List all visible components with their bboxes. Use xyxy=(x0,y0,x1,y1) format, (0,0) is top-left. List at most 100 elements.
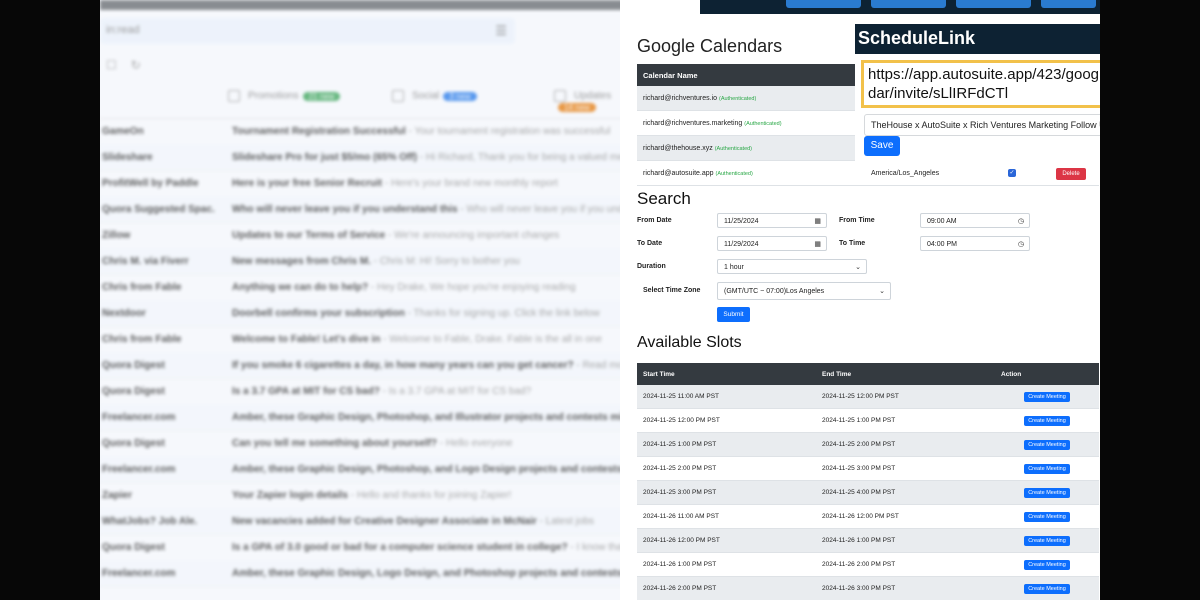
clock-icon[interactable]: ◷ xyxy=(1018,214,1024,229)
email-sender: Zillow xyxy=(102,230,131,241)
email-search-bar[interactable]: in:read ☰ xyxy=(100,18,515,44)
calendar-icon[interactable]: ▦ xyxy=(814,237,821,252)
slot-end-time: 2024-11-25 1:00 PM PST xyxy=(816,408,995,433)
slot-end-time: 2024-11-25 2:00 PM PST xyxy=(816,432,995,457)
email-row[interactable]: Freelancer.com Amber, these Graphic Desig… xyxy=(100,404,640,431)
email-subject-text: Anything we can do to help? xyxy=(232,282,369,293)
email-tab-badge: 14 new xyxy=(558,103,596,112)
email-snippet: - We're announcing important changes xyxy=(385,230,560,241)
email-row[interactable]: Freelancer.com Amber, these Graphic Desig… xyxy=(100,456,640,483)
email-subject: Updates to our Terms of Service - We're … xyxy=(232,230,559,241)
from-date-value: 11/25/2024 xyxy=(724,218,759,225)
slot-action-cell: Create Meeting xyxy=(995,576,1099,600)
from-time-value: 09:00 AM xyxy=(927,218,957,225)
filter-icon[interactable]: ☰ xyxy=(495,23,507,39)
email-row[interactable]: WhatJobs? Job Ale. New vacancies added fo… xyxy=(100,508,640,535)
email-row[interactable]: Freelancer.com Amber, these Graphic Desig… xyxy=(100,560,640,587)
to-date-label: To Date xyxy=(637,240,663,247)
email-row[interactable]: Quora Digest Can you tell me something ab… xyxy=(100,430,640,457)
to-date-input[interactable]: 11/29/2024 ▦ xyxy=(717,236,827,251)
email-row[interactable]: Quora Digest Is a 3.7 GPA at MIT for CS b… xyxy=(100,378,640,405)
calendar-icon[interactable]: ▦ xyxy=(814,214,821,229)
to-time-input[interactable]: 04:00 PM ◷ xyxy=(920,236,1030,251)
save-button[interactable]: Save xyxy=(864,136,900,156)
from-time-input[interactable]: 09:00 AM ◷ xyxy=(920,213,1030,228)
email-subject: Is a GPA of 3.0 good or bad for a comput… xyxy=(232,542,625,553)
slot-start-time: 2024-11-25 11:00 AM PST xyxy=(637,385,816,409)
create-meeting-button[interactable]: Create Meeting xyxy=(1024,511,1070,522)
email-snippet: - Is a 3.7 GPA at MIT for CS bad? xyxy=(379,386,532,397)
create-meeting-button[interactable]: Create Meeting xyxy=(1024,559,1070,570)
nav-button[interactable] xyxy=(956,0,1031,8)
duration-select[interactable]: 1 hour ⌄ xyxy=(717,259,867,274)
email-snippet: - Thanks for signing up. Click the link … xyxy=(404,308,600,319)
slot-start-time: 2024-11-25 12:00 PM PST xyxy=(637,408,816,433)
email-row[interactable]: Chris from Fable Welcome to Fable! Let's … xyxy=(100,326,640,353)
from-date-label: From Date xyxy=(637,217,672,224)
nav-button[interactable] xyxy=(871,0,946,8)
nav-button[interactable] xyxy=(1041,0,1096,8)
create-meeting-button[interactable]: Create Meeting xyxy=(1024,391,1070,402)
email-tab-social[interactable]: Social 3 new xyxy=(392,90,477,102)
email-subject-text: Is a 3.7 GPA at MIT for CS bad? xyxy=(232,386,380,397)
slot-end-time: 2024-11-26 2:00 PM PST xyxy=(816,552,995,577)
invite-url[interactable]: https://app.autosuite.app/423/google-cal… xyxy=(861,60,1100,108)
email-row[interactable]: Chris M. via Fiverr New messages from Chr… xyxy=(100,248,640,275)
scheduler-app: Google Calendars Calendar Name richard@r… xyxy=(620,0,1100,600)
authenticated-badge: (Authenticated) xyxy=(715,170,753,177)
delete-button[interactable]: Delete xyxy=(1056,167,1086,180)
create-meeting-button[interactable]: Create Meeting xyxy=(1024,535,1070,546)
email-snippet: - Chris M: Hi! Sorry to bother you xyxy=(370,256,520,267)
email-row[interactable]: Zillow Updates to our Terms of Service - … xyxy=(100,222,640,249)
slot-action-cell: Create Meeting xyxy=(995,385,1099,409)
email-subject: Slideshare Pro for just $5/mo (65% Off) … xyxy=(232,152,640,163)
calendar-name-cell: richard@thehouse.xyz (Authenticated) xyxy=(637,135,865,161)
slot-start-time: 2024-11-25 3:00 PM PST xyxy=(637,480,816,505)
create-meeting-button[interactable]: Create Meeting xyxy=(1024,439,1070,450)
duration-value: 1 hour xyxy=(724,264,744,271)
chevron-down-icon: ⌄ xyxy=(855,264,861,271)
create-meeting-button[interactable]: Create Meeting xyxy=(1024,463,1070,474)
email-subject: Can you tell me something about yourself… xyxy=(232,438,513,449)
create-meeting-button[interactable]: Create Meeting xyxy=(1024,583,1070,594)
email-row[interactable]: Chris from Fable Anything we can do to he… xyxy=(100,274,640,301)
email-snippet: - Hello and thanks for joining Zapier! xyxy=(347,490,512,501)
email-subject-text: Who will never leave you if you understa… xyxy=(232,204,458,215)
slot-action-cell: Create Meeting xyxy=(995,552,1099,577)
calendar-timezone: America/Los_Angeles xyxy=(865,160,981,186)
submit-button[interactable]: Submit xyxy=(717,307,750,322)
slot-end-time: 2024-11-25 4:00 PM PST xyxy=(816,480,995,505)
from-date-input[interactable]: 11/25/2024 ▦ xyxy=(717,213,827,228)
calendar-email: richard@richventures.io xyxy=(643,94,718,102)
refresh-icon[interactable]: ↻ xyxy=(131,58,155,72)
clock-icon[interactable]: ◷ xyxy=(1018,237,1024,252)
email-subject-text: New messages from Chris M. xyxy=(232,256,371,267)
email-row[interactable]: Slideshare Slideshare Pro for just $5/mo … xyxy=(100,144,640,171)
email-sender: Quora Digest xyxy=(102,542,165,553)
email-row[interactable]: Nextdoor Doorbell confirms your subscript… xyxy=(100,300,640,327)
available-slots-title: Available Slots xyxy=(637,334,742,351)
email-row[interactable]: Zapier Your Zapier login details - Hello … xyxy=(100,482,640,509)
email-row[interactable]: ProfitWell by Paddle Here is your free Se… xyxy=(100,170,640,197)
nav-button[interactable] xyxy=(786,0,861,8)
create-meeting-button[interactable]: Create Meeting xyxy=(1024,487,1070,498)
email-subject-text: Tournament Registration Successful xyxy=(232,126,406,137)
email-row[interactable]: Quora Suggested Spac. Who will never leav… xyxy=(100,196,640,223)
email-subject: If you smoke 6 cigarettes a day, in how … xyxy=(232,360,632,371)
email-tab-promotions[interactable]: Promotions 21 new xyxy=(228,90,341,102)
timezone-select[interactable]: (GMT/UTC − 07:00)Los Angeles ⌄ xyxy=(717,282,891,300)
email-row[interactable]: GameOn Tournament Registration Successful… xyxy=(100,118,640,145)
create-meeting-button[interactable]: Create Meeting xyxy=(1024,415,1070,426)
email-toolbar: ☐↻ xyxy=(106,58,155,72)
email-subject: Anything we can do to help? - Hey Drake,… xyxy=(232,282,576,293)
email-row[interactable]: Quora Digest If you smoke 6 cigarettes a … xyxy=(100,352,640,379)
authenticated-badge: (Authenticated) xyxy=(744,120,782,127)
email-subject: Welcome to Fable! Let's dive in - Welcom… xyxy=(232,334,602,345)
calendar-checkbox[interactable]: ✓ xyxy=(1008,169,1016,177)
email-row[interactable]: Quora Digest Is a GPA of 3.0 good or bad … xyxy=(100,534,640,561)
email-subject: Tournament Registration Successful - You… xyxy=(232,126,610,137)
calendar-name-header: Calendar Name xyxy=(637,64,865,86)
calendar-row: richard@autosuite.app (Authenticated) Ame… xyxy=(637,160,1099,186)
meeting-title-input[interactable]: TheHouse x AutoSuite x Rich Ventures Mar… xyxy=(864,114,1100,136)
select-all-icon[interactable]: ☐ xyxy=(106,58,131,72)
